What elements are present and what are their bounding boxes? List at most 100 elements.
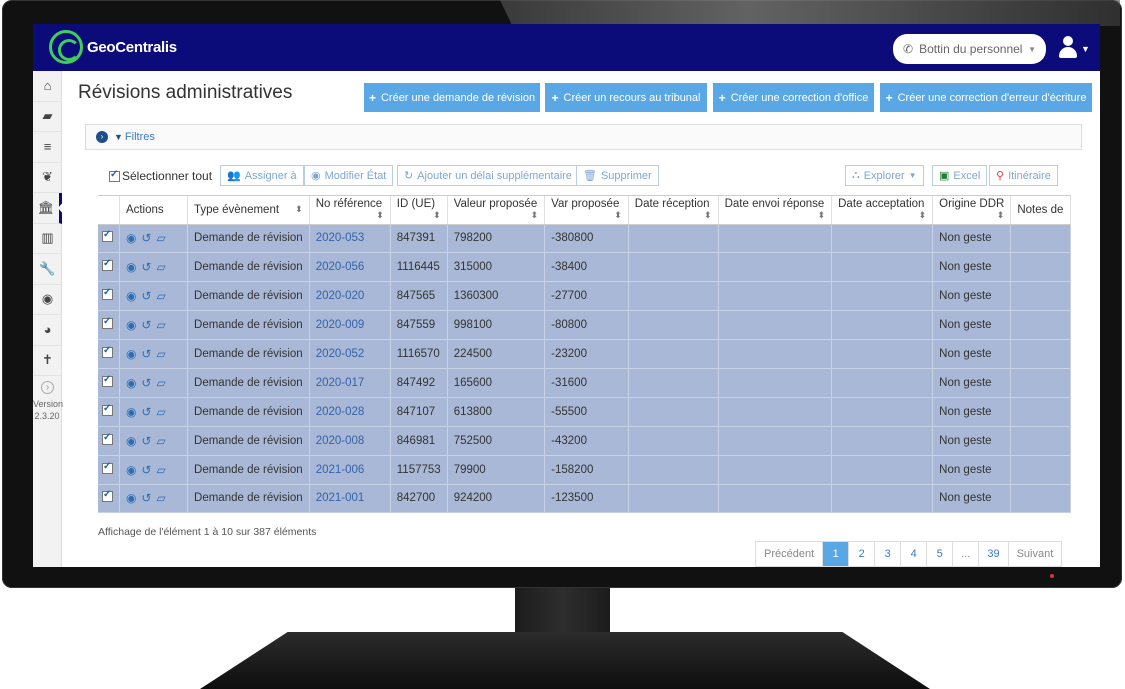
row-checkbox[interactable] — [101, 345, 113, 358]
row-checkbox[interactable] — [101, 403, 113, 416]
cell-ref[interactable]: 2020-017 — [309, 368, 391, 398]
eye-icon[interactable]: ◉ — [126, 376, 141, 390]
row-checkbox[interactable] — [101, 432, 113, 445]
select-all-checkbox[interactable]: Sélectionner tout — [109, 169, 212, 183]
cell-ref[interactable]: 2020-009 — [309, 310, 391, 341]
eye-icon[interactable]: ◉ — [126, 463, 141, 477]
row-checkbox-cell[interactable] — [98, 426, 120, 456]
folder-open-icon[interactable]: ▱ — [156, 318, 170, 332]
page-button[interactable]: 5 — [927, 542, 954, 566]
row-checkbox-cell[interactable] — [98, 368, 120, 398]
row-checkbox-cell[interactable] — [98, 484, 120, 513]
next-page-button[interactable]: Suivant — [1008, 542, 1062, 566]
eye-icon[interactable]: ◉ — [126, 491, 141, 505]
row-checkbox[interactable] — [101, 229, 113, 243]
history-icon[interactable]: ↺ — [141, 405, 156, 419]
cell-ref[interactable]: 2020-020 — [309, 281, 391, 312]
page-button[interactable]: 39 — [979, 542, 1009, 566]
row-checkbox[interactable] — [101, 258, 113, 272]
history-icon[interactable]: ↺ — [141, 289, 156, 303]
row-checkbox-cell[interactable] — [98, 281, 120, 312]
row-checkbox-cell[interactable] — [98, 455, 120, 485]
create-writing-error-correction-button[interactable]: + Créer une correction d'erreur d'écritur… — [880, 83, 1092, 112]
brand-logo[interactable]: GeoCentralis — [49, 30, 177, 64]
folder-open-icon[interactable]: ▱ — [156, 289, 170, 303]
explore-button[interactable]: ⛬ Explorer ▼ — [845, 165, 924, 186]
table-row[interactable]: ◉↺▱Demande de révision2020-0208475651360… — [98, 281, 1071, 312]
row-checkbox-cell[interactable] — [98, 224, 120, 254]
table-row[interactable]: ◉↺▱Demande de révision2021-0061157753799… — [98, 455, 1071, 485]
table-row[interactable]: ◉↺▱Demande de révision2020-0288471076138… — [98, 397, 1071, 427]
row-checkbox[interactable] — [101, 461, 113, 474]
delete-button[interactable]: 🗑 Supprimer — [576, 165, 659, 186]
eye-icon[interactable]: ◉ — [126, 405, 141, 419]
eye-icon[interactable]: ◉ — [126, 289, 141, 303]
column-header[interactable]: Date réception ⬍ — [628, 196, 719, 225]
excel-button[interactable]: ▣ Excel — [932, 165, 988, 186]
cell-ref[interactable]: 2020-053 — [309, 224, 391, 254]
sidebar-item-folder-open[interactable]: ▰ — [33, 102, 62, 132]
create-tribunal-appeal-button[interactable]: + Créer un recours au tribunal — [545, 83, 707, 112]
folder-open-icon[interactable]: ▱ — [156, 491, 170, 505]
row-checkbox[interactable] — [101, 316, 113, 330]
column-header[interactable]: Valeur proposée ⬍ — [447, 196, 546, 225]
sidebar-expand-button[interactable]: › — [33, 376, 62, 398]
table-row[interactable]: ◉↺▱Demande de révision2020-0538473917982… — [98, 224, 1071, 254]
folder-open-icon[interactable]: ▱ — [156, 260, 170, 274]
history-icon[interactable]: ↺ — [141, 318, 156, 332]
table-row[interactable]: ◉↺▱Demande de révision2020-0561116445315… — [98, 252, 1071, 283]
eye-icon[interactable]: ◉ — [126, 347, 141, 361]
itinerary-button[interactable]: ⚲ Itinéraire — [989, 165, 1058, 186]
history-icon[interactable]: ↺ — [141, 347, 156, 361]
eye-icon[interactable]: ◉ — [126, 231, 141, 245]
row-checkbox-cell[interactable] — [98, 397, 120, 427]
eye-icon[interactable]: ◉ — [126, 260, 141, 274]
column-header[interactable]: Date acceptation ⬍ — [831, 196, 934, 225]
add-delay-button[interactable]: ↻ Ajouter un délai supplémentaire — [397, 165, 579, 186]
sidebar-item-list[interactable]: ≡ — [33, 132, 62, 163]
table-row[interactable]: ◉↺▱Demande de révision2020-0088469817525… — [98, 426, 1071, 456]
eye-icon[interactable]: ◉ — [126, 318, 141, 332]
history-icon[interactable]: ↺ — [141, 260, 156, 274]
page-button[interactable]: 2 — [849, 542, 876, 566]
folder-open-icon[interactable]: ▱ — [156, 405, 170, 419]
page-button[interactable]: 1 — [823, 542, 850, 566]
eye-icon[interactable]: ◉ — [126, 434, 141, 448]
row-checkbox[interactable] — [101, 374, 113, 387]
bottin-select[interactable]: ✆ Bottin du personnel ▼ — [893, 34, 1046, 64]
previous-page-button[interactable]: Précédent — [756, 542, 824, 566]
folder-open-icon[interactable]: ▱ — [156, 231, 170, 245]
row-checkbox[interactable] — [101, 489, 113, 503]
table-row[interactable]: ◉↺▱Demande de révision2020-0098475599981… — [98, 310, 1071, 341]
cell-ref[interactable]: 2021-001 — [309, 484, 391, 513]
sidebar-item-dashboard[interactable]: ◕ — [33, 315, 62, 346]
column-header[interactable]: Origine DDR ⬍ — [932, 196, 1012, 225]
cell-ref[interactable]: 2020-028 — [309, 397, 391, 427]
filters-panel[interactable]: › ▼ Filtres — [85, 124, 1082, 150]
column-header[interactable]: Var proposée ⬍ — [544, 196, 629, 225]
table-row[interactable]: ◉↺▱Demande de révision2020-0178474921656… — [98, 368, 1071, 398]
sidebar-item-person[interactable]: ✝ — [33, 346, 62, 376]
cell-ref[interactable]: 2020-056 — [309, 252, 391, 283]
sidebar-item-building[interactable]: ▥ — [33, 224, 62, 254]
row-checkbox-cell[interactable] — [98, 252, 120, 283]
column-header[interactable]: No référence ⬍ — [309, 196, 391, 225]
history-icon[interactable]: ↺ — [141, 376, 156, 390]
column-header[interactable]: ID (UE) ⬍ — [390, 196, 448, 225]
modify-state-button[interactable]: ◉ Modifier État — [304, 165, 394, 186]
folder-open-icon[interactable]: ▱ — [156, 347, 170, 361]
create-office-correction-button[interactable]: + Créer une correction d'office — [713, 83, 874, 112]
table-row[interactable]: ◉↺▱Demande de révision2021-0018427009242… — [98, 484, 1071, 513]
row-checkbox-cell[interactable] — [98, 339, 120, 369]
sidebar-item-bank[interactable]: 🏛 — [33, 193, 64, 224]
row-checkbox-cell[interactable] — [98, 310, 120, 341]
cell-ref[interactable]: 2020-008 — [309, 426, 391, 456]
sidebar-item-wrench[interactable]: 🔧 — [33, 254, 62, 285]
history-icon[interactable]: ↺ — [141, 231, 156, 245]
history-icon[interactable]: ↺ — [141, 463, 156, 477]
folder-open-icon[interactable]: ▱ — [156, 434, 170, 448]
folder-open-icon[interactable]: ▱ — [156, 463, 170, 477]
sidebar-item-globe[interactable]: ◉ — [33, 285, 62, 315]
user-menu[interactable]: ▼ — [1057, 36, 1091, 62]
folder-open-icon[interactable]: ▱ — [156, 376, 170, 390]
